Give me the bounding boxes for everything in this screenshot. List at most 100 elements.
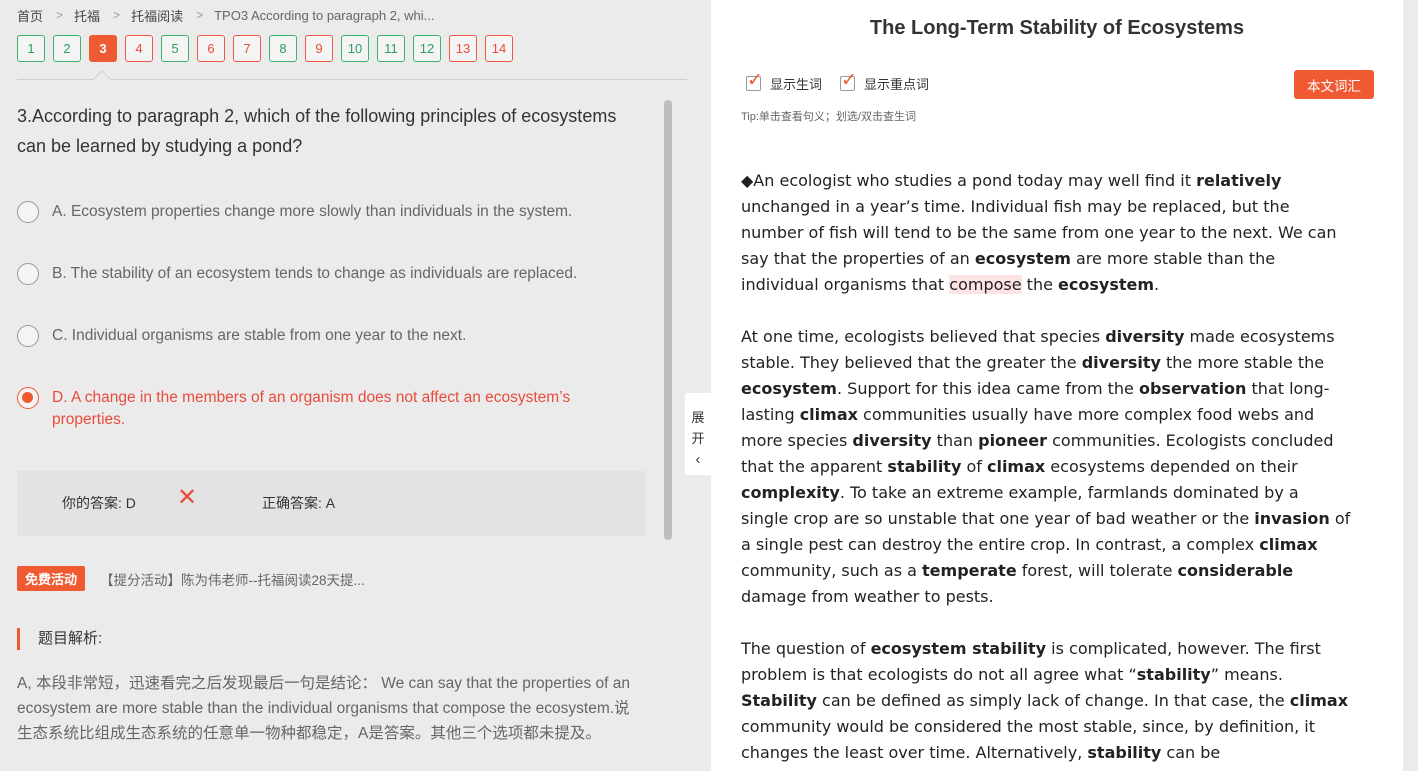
your-answer: 你的答案: D xyxy=(62,493,136,513)
article-vocab-button[interactable]: 本文词汇 xyxy=(1294,70,1374,99)
question-nav-button-2[interactable]: 2 xyxy=(53,35,81,62)
key-word[interactable]: diversity xyxy=(1082,353,1161,372)
question-nav-button-8[interactable]: 8 xyxy=(269,35,297,62)
article-body[interactable]: ◆An ecologist who studies a pond today m… xyxy=(741,168,1351,771)
your-answer-label: 你的答案: xyxy=(62,495,122,511)
text-segment: of xyxy=(961,457,987,476)
key-word[interactable]: complexity xyxy=(741,483,840,502)
key-word[interactable]: stability xyxy=(887,457,961,476)
text-segment: community would be considered the most s… xyxy=(741,717,1316,762)
question-nav-button-14[interactable]: 14 xyxy=(485,35,513,62)
text-segment: can be xyxy=(1161,743,1221,762)
correct-answer-value: A xyxy=(325,495,336,511)
checkmark-icon: ✓ xyxy=(747,70,763,91)
promo-row[interactable]: 免费活动 【提分活动】陈为伟老师--托福阅读28天提... xyxy=(17,566,365,591)
breadcrumb-toefl[interactable]: 托福 xyxy=(74,6,100,25)
breadcrumb-home[interactable]: 首页 xyxy=(17,6,43,25)
text-segment: forest, will tolerate xyxy=(1016,561,1178,580)
key-word[interactable]: pioneer xyxy=(978,431,1047,450)
promo-link[interactable]: 【提分活动】陈为伟老师--托福阅读28天提... xyxy=(100,569,365,589)
key-word[interactable]: Stability xyxy=(741,691,817,710)
key-word[interactable]: invasion xyxy=(1254,509,1330,528)
article-paragraph[interactable]: ◆An ecologist who studies a pond today m… xyxy=(741,168,1351,298)
question-nav-button-6[interactable]: 6 xyxy=(197,35,225,62)
radio-button[interactable] xyxy=(17,325,39,347)
key-word[interactable]: observation xyxy=(1139,379,1246,398)
key-word[interactable]: climax xyxy=(800,405,858,424)
question-text: 3.According to paragraph 2, which of the… xyxy=(17,106,617,156)
expand-toggle[interactable]: 展 开 ‹ xyxy=(685,393,711,475)
breadcrumb-toefl-reading[interactable]: 托福阅读 xyxy=(131,6,183,25)
question-nav-button-5[interactable]: 5 xyxy=(161,35,189,62)
question-nav-button-7[interactable]: 7 xyxy=(233,35,261,62)
option-label: A. Ecosystem properties change more slow… xyxy=(52,203,573,220)
question-nav-button-13[interactable]: 13 xyxy=(449,35,477,62)
question-nav-button-11[interactable]: 11 xyxy=(377,35,405,62)
text-segment: than xyxy=(931,431,979,450)
expand-char: 展 xyxy=(691,410,705,425)
key-word[interactable]: temperate xyxy=(922,561,1017,580)
key-word[interactable]: ecosystem stability xyxy=(871,639,1047,658)
correct-answer: 正确答案: A xyxy=(262,493,335,513)
your-answer-value: D xyxy=(125,495,136,511)
article-paragraph[interactable]: The question of ecosystem stability is c… xyxy=(741,636,1351,766)
answer-result-box: 你的答案: D ✕ 正确答案: A xyxy=(17,471,646,536)
key-word[interactable]: climax xyxy=(1259,535,1317,554)
key-word[interactable]: diversity xyxy=(1105,327,1184,346)
checkbox[interactable]: ✓ xyxy=(840,71,857,91)
key-word[interactable]: ecosystem xyxy=(975,249,1071,268)
text-segment: community, such as a xyxy=(741,561,923,580)
key-word[interactable]: relatively xyxy=(1196,171,1281,190)
question-nav-button-10[interactable]: 10 xyxy=(341,35,369,62)
tip-text: Tip:单击查看句义；划选/双击查生词 xyxy=(741,111,916,123)
option-c[interactable]: C. Individual organisms are stable from … xyxy=(17,325,637,347)
checkbox[interactable]: ✓ xyxy=(746,71,763,91)
radio-button[interactable] xyxy=(17,263,39,285)
breadcrumb-separator: > xyxy=(196,8,204,22)
new-word-highlight[interactable]: compose xyxy=(949,275,1022,294)
breadcrumb-separator: > xyxy=(56,8,64,22)
key-word[interactable]: considerable xyxy=(1178,561,1294,580)
question-nav-button-3[interactable]: 3 xyxy=(89,35,117,62)
text-segment: ecosystems depended on their xyxy=(1045,457,1298,476)
option-label: B. The stability of an ecosystem tends t… xyxy=(52,265,578,282)
key-word[interactable]: ecosystem xyxy=(1058,275,1154,294)
radio-button[interactable] xyxy=(17,201,39,223)
question-nav-button-4[interactable]: 4 xyxy=(125,35,153,62)
question-nav-button-12[interactable]: 12 xyxy=(413,35,441,62)
question-nav-divider xyxy=(17,79,687,80)
chevron-left-icon: ‹ xyxy=(695,451,701,468)
text-segment: the xyxy=(1021,275,1059,294)
key-word[interactable]: climax xyxy=(987,457,1045,476)
current-question-pointer xyxy=(92,70,112,90)
key-word[interactable]: ecosystem xyxy=(741,379,837,398)
text-segment: damage from weather to pests. xyxy=(741,587,994,606)
scrollbar[interactable] xyxy=(664,100,672,540)
breadcrumb: 首页 > 托福 > 托福阅读 > TPO3 According to parag… xyxy=(17,6,435,24)
show-new-words-toggle[interactable]: ✓ 显示生词 xyxy=(746,71,822,93)
key-word[interactable]: stability xyxy=(1137,665,1211,684)
show-key-words-toggle[interactable]: ✓ 显示重点词 xyxy=(840,71,929,93)
text-segment: the more stable the xyxy=(1160,353,1325,372)
option-a[interactable]: A. Ecosystem properties change more slow… xyxy=(17,201,637,223)
text-segment: At one time, ecologists believed that sp… xyxy=(741,327,1106,346)
promo-badge: 免费活动 xyxy=(17,566,86,591)
option-d[interactable]: D. A change in the members of an organis… xyxy=(17,387,637,431)
article-paragraph[interactable]: At one time, ecologists believed that sp… xyxy=(741,324,1351,610)
x-icon: ✕ xyxy=(177,484,198,511)
option-label: D. A change in the members of an organis… xyxy=(52,389,571,428)
key-word[interactable]: climax xyxy=(1290,691,1348,710)
article-title: The Long-Term Stability of Ecosystems xyxy=(869,17,1245,39)
key-word[interactable]: diversity xyxy=(852,431,931,450)
question-nav-button-9[interactable]: 9 xyxy=(305,35,333,62)
radio-button-selected[interactable] xyxy=(17,387,39,409)
key-word[interactable]: stability xyxy=(1087,743,1161,762)
question-nav: 1 2 3 4 5 6 7 8 9 10 11 12 13 14 xyxy=(17,35,521,62)
checkmark-icon: ✓ xyxy=(841,70,857,91)
text-segment: ” means. xyxy=(1210,665,1283,684)
question-nav-button-1[interactable]: 1 xyxy=(17,35,45,62)
text-segment: . xyxy=(1154,275,1160,294)
correct-answer-label: 正确答案: xyxy=(262,495,322,511)
option-b[interactable]: B. The stability of an ecosystem tends t… xyxy=(17,263,637,285)
article-panel: The Long-Term Stability of Ecosystems ✓ … xyxy=(711,0,1403,771)
